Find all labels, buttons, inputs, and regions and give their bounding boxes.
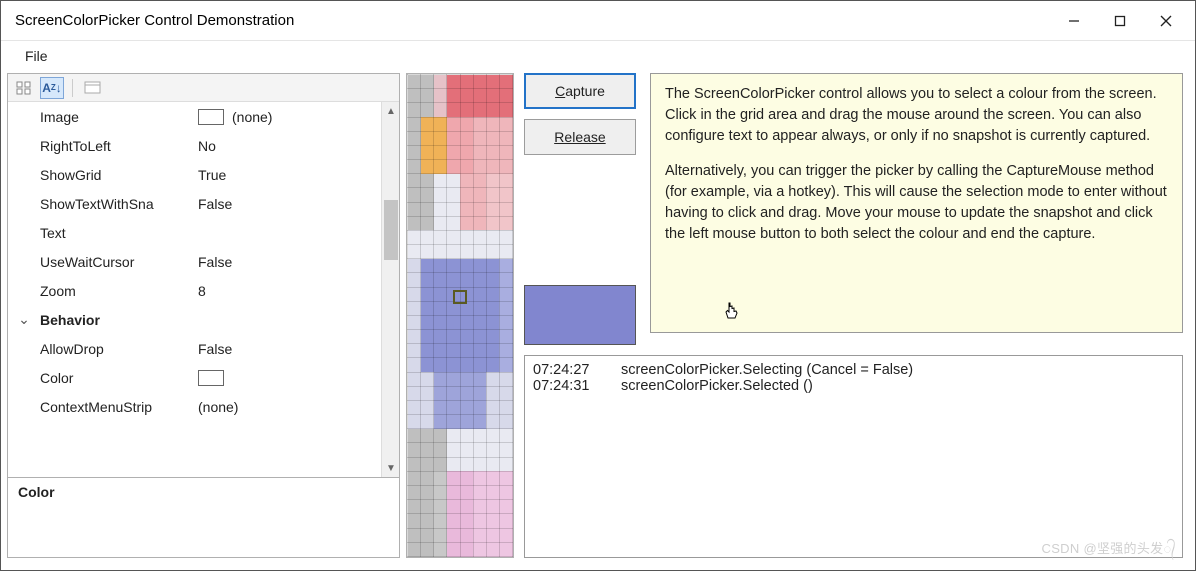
property-value-text: 8 [198, 283, 206, 299]
property-name: ShowTextWithSna [40, 196, 198, 212]
log-time: 07:24:27 [533, 362, 597, 378]
client-area: AZ↓ Image(none)RightToLeftNoShowGridTrue… [1, 71, 1195, 570]
log-message: screenColorPicker.Selected () [621, 378, 813, 394]
minimize-button[interactable] [1051, 5, 1097, 37]
property-name: Text [40, 225, 198, 241]
property-value[interactable]: True [198, 167, 381, 183]
property-value[interactable]: False [198, 196, 381, 212]
property-name: ShowGrid [40, 167, 198, 183]
property-value-text: No [198, 138, 216, 154]
propgrid-rows: Image(none)RightToLeftNoShowGridTrueShow… [8, 102, 381, 477]
property-row[interactable]: ContextMenuStrip(none) [8, 392, 381, 421]
property-row[interactable]: ShowGridTrue [8, 160, 381, 189]
property-row[interactable]: Text [8, 218, 381, 247]
pixel-grid [407, 74, 513, 557]
property-row[interactable]: RightToLeftNo [8, 131, 381, 160]
property-value[interactable]: False [198, 341, 381, 357]
property-name: Color [40, 370, 198, 386]
property-name: Image [40, 109, 198, 125]
property-value[interactable]: 8 [198, 283, 381, 299]
property-value[interactable]: (none) [198, 109, 381, 125]
release-button[interactable]: Release [524, 119, 636, 155]
color-preview [524, 285, 636, 345]
property-row[interactable]: ShowTextWithSnaFalse [8, 189, 381, 218]
property-name: ContextMenuStrip [40, 399, 198, 415]
scroll-down-icon[interactable]: ▼ [382, 459, 399, 477]
color-picker-grid[interactable] [406, 73, 514, 558]
property-name: RightToLeft [40, 138, 198, 154]
log-row: 07:24:27 screenColorPicker.Selecting (Can… [533, 362, 1174, 378]
window-title: ScreenColorPicker Control Demonstration [15, 12, 1051, 29]
log-time: 07:24:31 [533, 378, 597, 394]
property-value[interactable]: (none) [198, 399, 381, 415]
scroll-thumb[interactable] [384, 200, 398, 260]
property-row[interactable]: Color [8, 363, 381, 392]
categorized-icon[interactable] [12, 77, 36, 99]
maximize-button[interactable] [1097, 5, 1143, 37]
info-paragraph-2: Alternatively, you can trigger the picke… [665, 161, 1168, 245]
capture-button[interactable]: Capture [524, 73, 636, 109]
alphabetical-icon[interactable]: AZ↓ [40, 77, 64, 99]
toolbar-divider [72, 79, 73, 97]
button-column: Capture Release [524, 73, 636, 345]
log-message: screenColorPicker.Selecting (Cancel = Fa… [621, 362, 913, 378]
property-value-text: False [198, 254, 232, 270]
property-row[interactable]: ⌄Behavior [8, 305, 381, 334]
propgrid-help-title: Color [18, 484, 55, 500]
property-value[interactable] [198, 370, 381, 386]
menu-file[interactable]: File [15, 44, 58, 68]
property-value-text: False [198, 196, 232, 212]
target-indicator-icon [453, 290, 467, 304]
log-row: 07:24:31 screenColorPicker.Selected () [533, 378, 1174, 394]
color-swatch-icon [198, 370, 224, 386]
property-value[interactable]: No [198, 138, 381, 154]
propgrid-toolbar: AZ↓ [8, 74, 399, 102]
right-top-row: Capture Release The ScreenColorPicker co… [524, 73, 1183, 345]
property-row[interactable]: UseWaitCursorFalse [8, 247, 381, 276]
info-paragraph-1: The ScreenColorPicker control allows you… [665, 84, 1168, 147]
menubar: File [1, 41, 1195, 71]
property-row[interactable]: Zoom8 [8, 276, 381, 305]
pointer-cursor-icon [723, 301, 739, 328]
titlebar: ScreenColorPicker Control Demonstration [1, 1, 1195, 41]
right-panel: Capture Release The ScreenColorPicker co… [524, 73, 1183, 558]
property-value-text: (none) [198, 399, 238, 415]
app-window: ScreenColorPicker Control Demonstration … [0, 0, 1196, 571]
propgrid-help: Color [8, 477, 399, 557]
property-grid: AZ↓ Image(none)RightToLeftNoShowGridTrue… [7, 73, 400, 558]
event-log[interactable]: 07:24:27 screenColorPicker.Selecting (Can… [524, 355, 1183, 558]
property-value[interactable]: False [198, 254, 381, 270]
property-row[interactable]: Image (none) [8, 102, 381, 131]
info-panel: The ScreenColorPicker control allows you… [650, 73, 1183, 333]
property-row[interactable]: AllowDropFalse [8, 334, 381, 363]
color-swatch-icon [198, 109, 224, 125]
property-value-text: True [198, 167, 226, 183]
collapse-icon[interactable]: ⌄ [8, 311, 40, 328]
property-value-text: False [198, 341, 232, 357]
property-name: AllowDrop [40, 341, 198, 357]
propgrid-scrollbar[interactable]: ▲ ▼ [381, 102, 399, 477]
property-name: Zoom [40, 283, 198, 299]
close-button[interactable] [1143, 5, 1189, 37]
property-name: Behavior [40, 312, 198, 328]
property-name: UseWaitCursor [40, 254, 198, 270]
property-pages-icon[interactable] [81, 77, 105, 99]
propgrid-body: Image(none)RightToLeftNoShowGridTrueShow… [8, 102, 399, 477]
property-value-text: (none) [232, 109, 272, 125]
scroll-up-icon[interactable]: ▲ [382, 102, 399, 120]
